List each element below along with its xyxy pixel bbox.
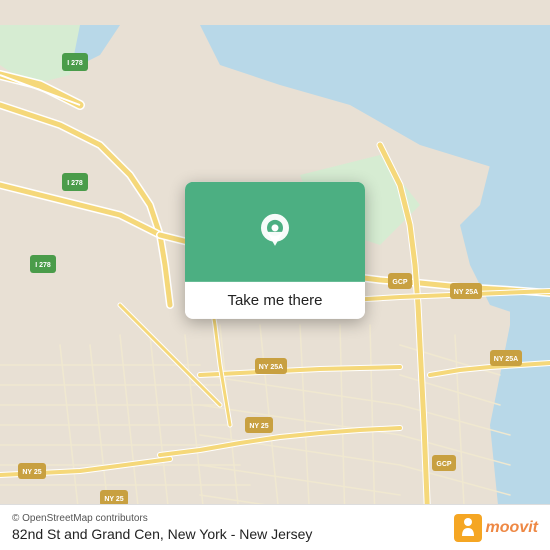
card-map-preview: [185, 182, 365, 282]
svg-text:NY 25A: NY 25A: [454, 289, 478, 296]
svg-text:NY 25: NY 25: [22, 469, 41, 476]
moovit-logo: moovit: [454, 514, 538, 542]
location-name: 82nd St and Grand Cen, New York - New Je…: [12, 526, 312, 542]
bottom-bar: © OpenStreetMap contributors 82nd St and…: [0, 504, 550, 550]
svg-text:NY 25: NY 25: [104, 496, 123, 503]
svg-text:NY 25A: NY 25A: [259, 364, 283, 371]
map-pin-icon: [253, 210, 297, 254]
map-container: I 278 I 278 I 278 NY 25 NY 25A NY 25A NY…: [0, 0, 550, 550]
svg-text:I 278: I 278: [67, 60, 83, 67]
location-card: Take me there: [185, 182, 365, 319]
map-attribution: © OpenStreetMap contributors: [12, 513, 312, 524]
svg-text:GCP: GCP: [436, 461, 452, 468]
svg-text:NY 25: NY 25: [249, 423, 268, 430]
svg-text:I 278: I 278: [35, 262, 51, 269]
svg-text:NY 25A: NY 25A: [494, 356, 518, 363]
moovit-text: moovit: [486, 519, 538, 537]
take-me-there-button[interactable]: Take me there: [185, 282, 365, 319]
moovit-icon: [454, 514, 482, 542]
svg-text:I 278: I 278: [67, 180, 83, 187]
svg-text:GCP: GCP: [392, 279, 408, 286]
location-info: © OpenStreetMap contributors 82nd St and…: [12, 513, 312, 542]
